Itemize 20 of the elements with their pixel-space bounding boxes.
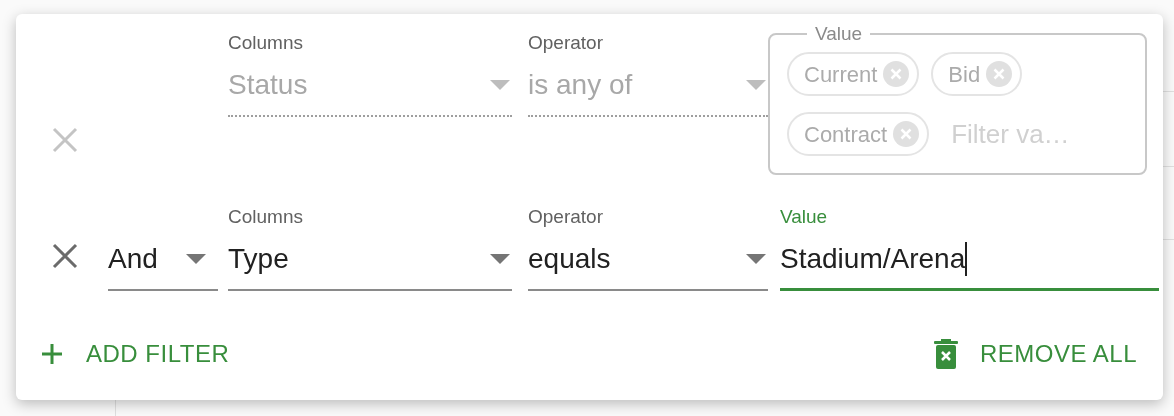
plus-icon — [40, 342, 64, 366]
trash-icon — [933, 339, 958, 369]
remove-all-button[interactable]: REMOVE ALL — [931, 334, 1139, 374]
field-label: Columns — [228, 205, 304, 229]
caret-icon — [746, 254, 766, 264]
field-label: Operator — [528, 205, 604, 229]
field-label: Columns — [228, 31, 304, 55]
operator-select[interactable]: equals — [528, 229, 768, 291]
field-label: Value — [780, 205, 829, 229]
caret-icon — [746, 80, 766, 90]
delete-filter-button[interactable] — [50, 241, 80, 271]
add-filter-button[interactable]: ADD FILTER — [38, 334, 232, 374]
logic-select[interactable]: And — [108, 229, 218, 291]
value-input[interactable]: Stadium/Arena — [780, 229, 1159, 291]
field-label: Operator — [528, 31, 604, 55]
field-label: Value — [814, 22, 864, 46]
caret-icon — [490, 80, 510, 90]
caret-icon — [490, 254, 510, 264]
column-select[interactable]: Type — [228, 229, 512, 291]
caret-icon — [186, 254, 206, 264]
